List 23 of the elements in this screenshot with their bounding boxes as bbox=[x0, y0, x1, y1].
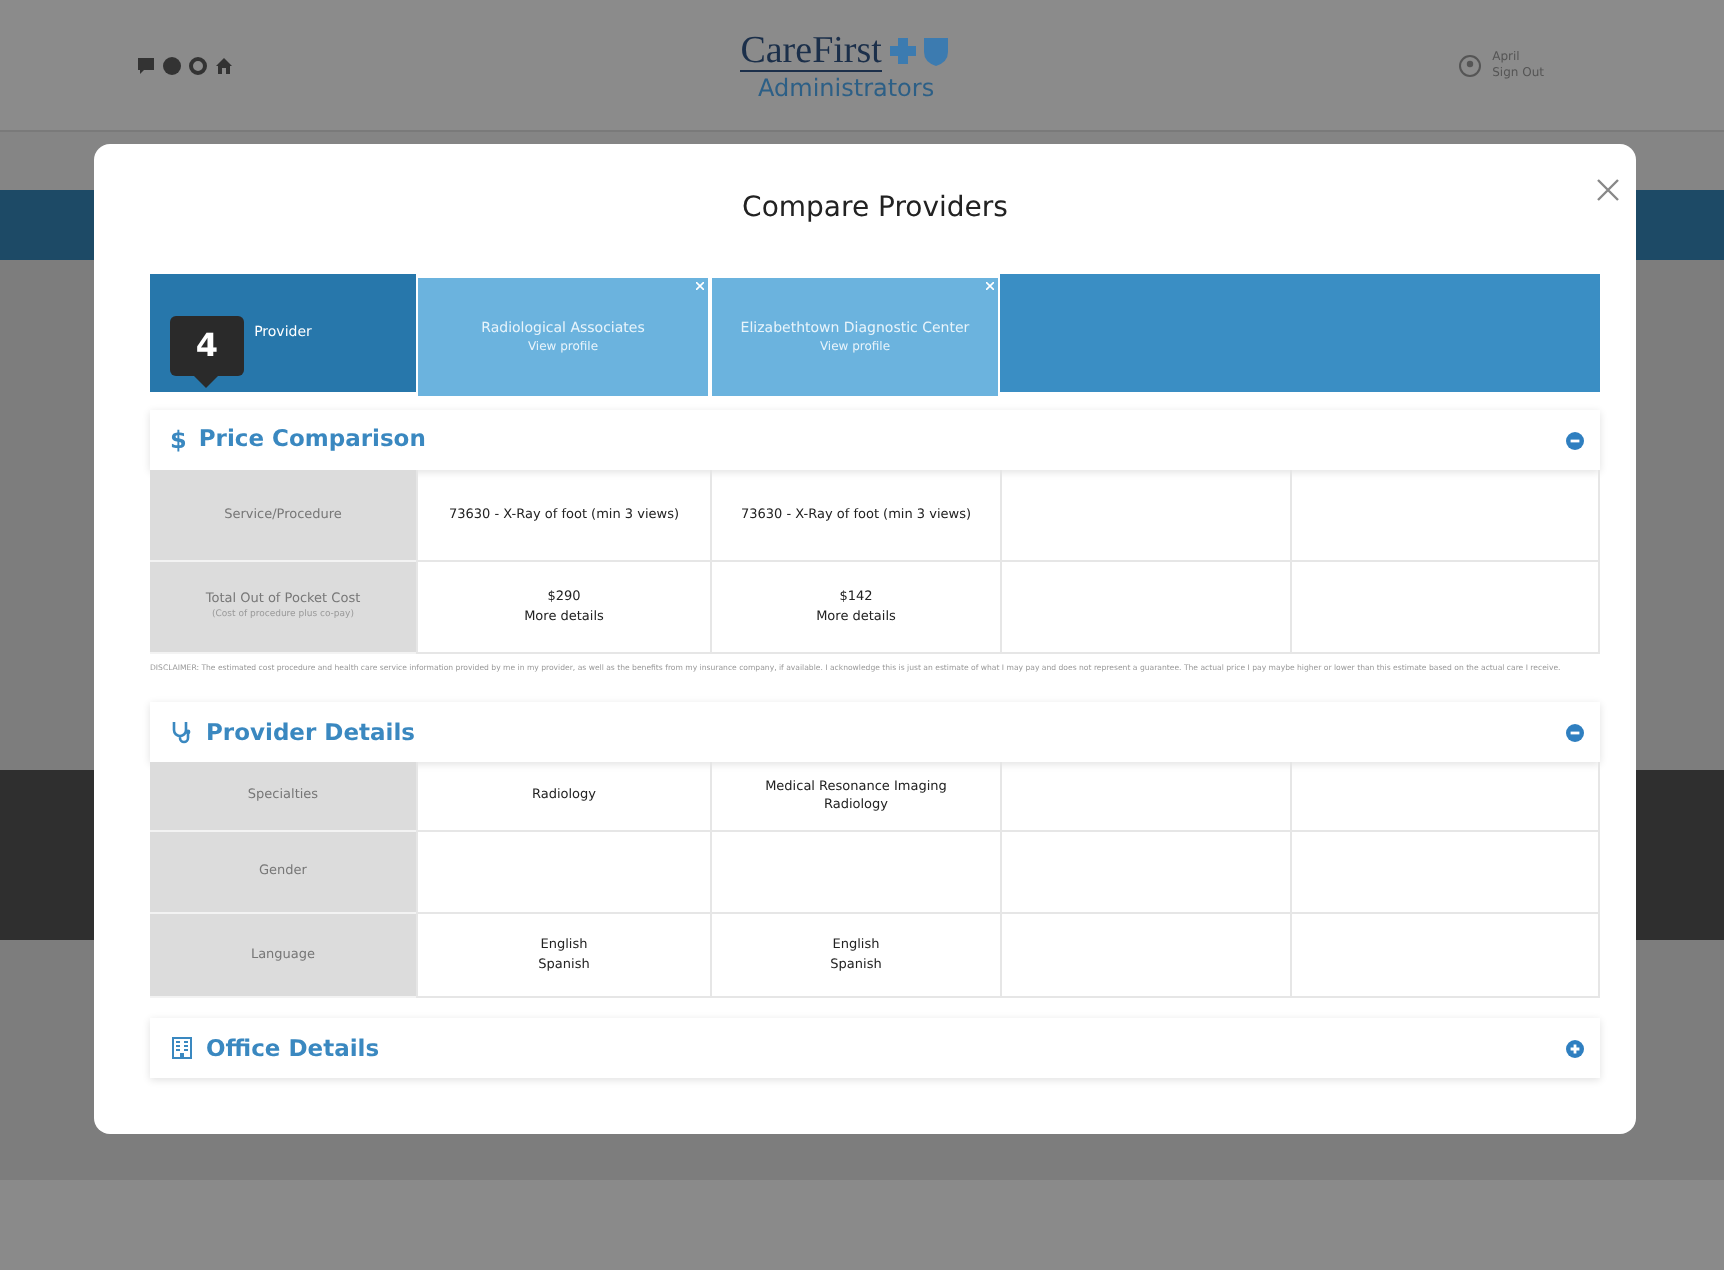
remove-icon[interactable] bbox=[696, 282, 704, 291]
logo-subtitle: Administrators bbox=[758, 75, 935, 99]
expand-icon[interactable] bbox=[1566, 1039, 1584, 1058]
section-title: Price Comparison bbox=[198, 422, 426, 457]
cross-shield-icon bbox=[887, 36, 952, 66]
chat-icon[interactable] bbox=[136, 55, 156, 75]
collapse-icon[interactable] bbox=[1566, 431, 1584, 449]
collapse-icon[interactable] bbox=[1566, 723, 1584, 742]
section-header[interactable]: Office Details bbox=[150, 1018, 1600, 1079]
section-header[interactable]: Provider Details bbox=[150, 702, 1600, 763]
section-header[interactable]: $ Price Comparison bbox=[150, 410, 1600, 470]
home-icon[interactable] bbox=[214, 55, 234, 75]
logo-text: CareFirst bbox=[740, 31, 882, 71]
section-title: Provider Details bbox=[206, 715, 415, 750]
dollar-icon: $ bbox=[170, 422, 187, 458]
dialog-title: Compare Providers bbox=[740, 190, 1010, 228]
user-icon bbox=[1458, 53, 1483, 77]
settings-icon[interactable] bbox=[188, 55, 208, 75]
help-icon[interactable] bbox=[162, 55, 182, 75]
remove-icon[interactable] bbox=[986, 282, 994, 291]
stethoscope-icon bbox=[170, 720, 194, 745]
section-title: Office Details bbox=[206, 1031, 380, 1066]
building-icon bbox=[170, 1036, 194, 1061]
